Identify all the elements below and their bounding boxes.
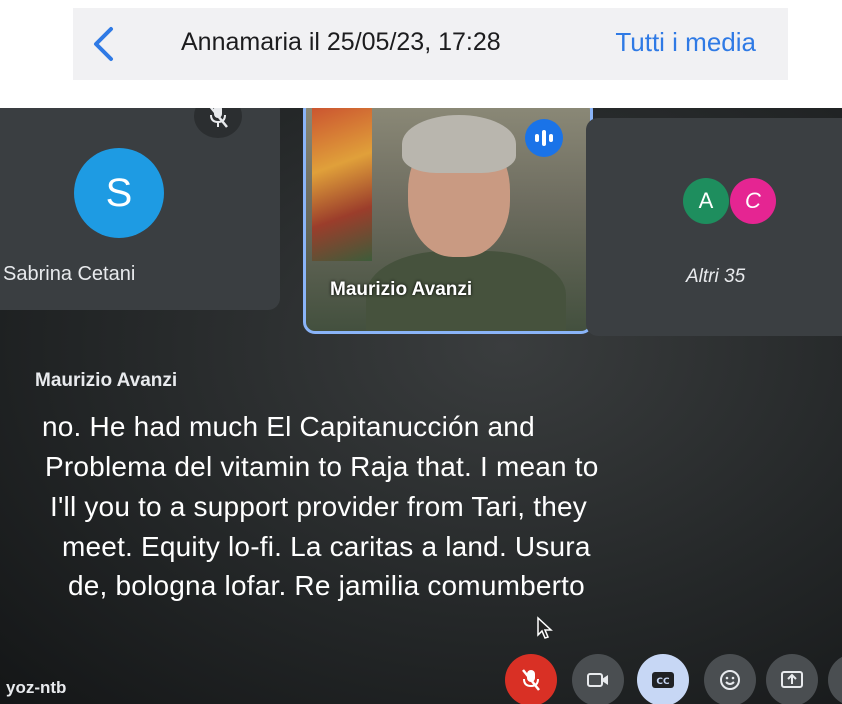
mouse-pointer-icon bbox=[537, 616, 553, 639]
caption-line: meet. Equity lo-fi. La caritas a land. U… bbox=[62, 531, 591, 562]
reactions-button[interactable] bbox=[704, 654, 756, 704]
caption-line: Problema del vitamin to Raja that. I mea… bbox=[45, 451, 599, 482]
camera-icon bbox=[587, 673, 608, 687]
participant-tile-sabrina: S Sabrina Cetani bbox=[0, 108, 280, 310]
all-media-link[interactable]: Tutti i media bbox=[615, 27, 756, 58]
present-screen-button[interactable] bbox=[766, 654, 818, 704]
more-options-button[interactable] bbox=[828, 654, 842, 704]
avatar: C bbox=[730, 178, 776, 224]
svg-text:CC: CC bbox=[656, 677, 670, 687]
participant-tile-others: A C Altri 35 bbox=[586, 118, 842, 336]
nav-bar: Annamaria il 25/05/23, 17:28 Tutti i med… bbox=[73, 8, 788, 80]
speaking-icon bbox=[525, 119, 563, 157]
media-photo: S Sabrina Cetani Maurizio Avanzi A C Alt… bbox=[0, 108, 842, 704]
mic-toggle-button[interactable] bbox=[505, 654, 557, 704]
others-count: Altri 35 bbox=[686, 266, 746, 287]
participant-name: Sabrina Cetani bbox=[3, 263, 136, 285]
captions-toggle-button[interactable]: CC bbox=[637, 654, 689, 704]
caption-line: no. He had much El Capitanucción and bbox=[42, 411, 535, 442]
emoji-icon bbox=[720, 670, 740, 690]
back-button[interactable] bbox=[89, 26, 119, 62]
participant-name: Maurizio Avanzi bbox=[330, 279, 473, 300]
caption-speaker: Maurizio Avanzi bbox=[35, 370, 178, 391]
captions-icon: CC bbox=[652, 672, 674, 688]
page-title: Annamaria il 25/05/23, 17:28 bbox=[181, 28, 501, 56]
meeting-code: yoz-ntb bbox=[6, 678, 67, 697]
camera-toggle-button[interactable] bbox=[572, 654, 624, 704]
caption-line: de, bologna lofar. Re jamilia comumberto bbox=[68, 570, 585, 601]
participant-tile-maurizio: Maurizio Avanzi bbox=[303, 108, 593, 334]
present-icon bbox=[781, 671, 803, 688]
avatar: A bbox=[683, 178, 729, 224]
mic-off-icon bbox=[522, 669, 540, 691]
participant-hair bbox=[402, 115, 516, 173]
chevron-left-icon bbox=[94, 27, 113, 61]
caption-line: I'll you to a support provider from Tari… bbox=[50, 491, 587, 522]
avatar: S bbox=[74, 148, 164, 238]
background-painting bbox=[312, 108, 372, 261]
mic-off-icon bbox=[194, 108, 242, 138]
